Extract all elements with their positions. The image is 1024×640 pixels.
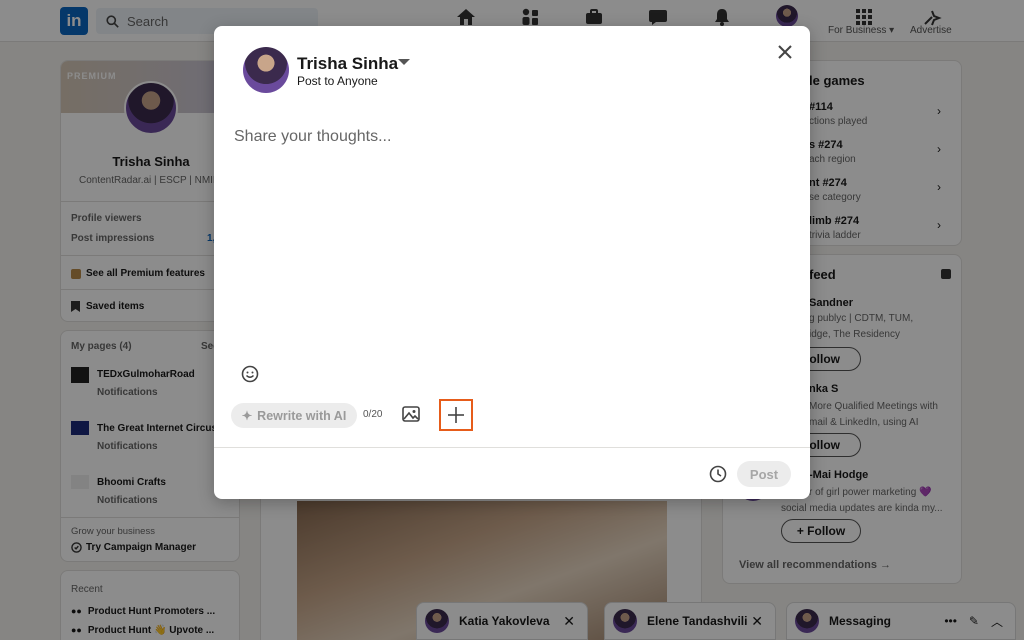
user-avatar[interactable] xyxy=(243,47,289,93)
character-counter: 0/20 xyxy=(363,409,383,420)
plus-icon xyxy=(448,407,464,423)
close-button[interactable] xyxy=(774,41,796,63)
close-icon xyxy=(778,45,792,59)
emoji-icon xyxy=(241,365,259,383)
emoji-button[interactable] xyxy=(240,364,260,384)
rewrite-with-ai-button[interactable]: ✦ Rewrite with AI xyxy=(231,403,357,428)
audience-label[interactable]: Post to Anyone xyxy=(297,74,378,88)
create-post-dialog: Trisha Sinha Post to Anyone Share your t… xyxy=(214,26,810,499)
chevron-down-icon[interactable] xyxy=(398,59,410,65)
divider xyxy=(214,447,810,448)
clock-icon xyxy=(709,465,727,483)
add-media-button[interactable] xyxy=(402,406,422,424)
post-text-input[interactable]: Share your thoughts... xyxy=(234,128,391,146)
image-icon xyxy=(402,406,420,422)
rewrite-label: Rewrite with AI xyxy=(257,408,347,423)
user-name[interactable]: Trisha Sinha xyxy=(297,54,398,74)
more-options-button[interactable] xyxy=(439,399,473,431)
schedule-post-button[interactable] xyxy=(708,464,728,484)
post-button[interactable]: Post xyxy=(737,461,791,487)
sparkle-icon: ✦ xyxy=(241,409,253,423)
